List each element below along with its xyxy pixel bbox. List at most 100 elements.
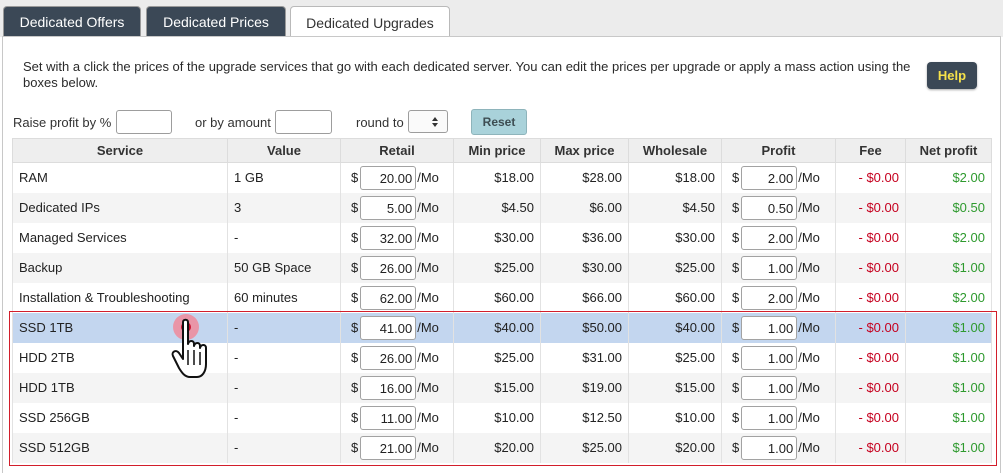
currency-symbol: $ (351, 170, 359, 186)
raise-profit-percent-input[interactable] (116, 110, 172, 134)
help-button[interactable]: Help (927, 62, 977, 89)
retail-cell: $32.00/Mo (340, 222, 454, 253)
column-header-service[interactable]: Service (12, 138, 228, 163)
per-month-unit: /Mo (798, 170, 820, 186)
max-price-cell: $6.00 (540, 192, 629, 223)
currency-symbol: $ (732, 230, 740, 245)
retail-cell: $41.00/Mo (340, 312, 454, 343)
per-month-unit: /Mo (417, 440, 439, 455)
profit-input[interactable]: 1.00 (741, 345, 798, 370)
per-month-unit: /Mo (417, 170, 439, 186)
currency-symbol: $ (732, 440, 740, 455)
currency-symbol: $ (732, 350, 740, 365)
max-price-cell: $28.00 (540, 162, 629, 193)
retail-price-input[interactable]: 5.00 (360, 195, 417, 220)
currency-symbol: $ (732, 290, 740, 305)
currency-symbol: $ (351, 230, 359, 245)
column-header-profit[interactable]: Profit (721, 138, 836, 163)
table-row[interactable]: Managed Services - $32.00/Mo $30.00 $36.00 $3… (12, 222, 992, 253)
reset-button[interactable]: Reset (471, 109, 527, 135)
profit-cell: $1.00/Mo (721, 402, 836, 433)
by-amount-input[interactable] (275, 110, 332, 134)
net-profit-cell: $1.00 (905, 312, 992, 343)
column-header-value[interactable]: Value (227, 138, 341, 163)
fee-cell: - $0.00 (835, 162, 906, 193)
min-price-cell: $4.50 (453, 192, 541, 223)
retail-price-input[interactable]: 26.00 (360, 345, 417, 370)
round-to-select[interactable] (408, 110, 448, 133)
column-header-wholesale[interactable]: Wholesale (628, 138, 722, 163)
retail-price-input[interactable]: 62.00 (360, 285, 417, 310)
service-cell: Installation & Troubleshooting (12, 282, 228, 313)
max-price-cell: $66.00 (540, 282, 629, 313)
table-row[interactable]: Backup 50 GB Space $26.00/Mo $25.00 $30.00 $2… (12, 252, 992, 283)
max-price-cell: $30.00 (540, 252, 629, 283)
tab-dedicated-upgrades[interactable]: Dedicated Upgrades (290, 6, 450, 38)
service-cell: SSD 512GB (12, 432, 228, 463)
max-price-cell: $36.00 (540, 222, 629, 253)
retail-price-input[interactable]: 26.00 (360, 255, 417, 280)
table-row[interactable]: RAM 1 GB $20.00/Mo $18.00 $28.00 $18.00 $2.00/… (12, 162, 992, 193)
per-month-unit: /Mo (798, 260, 820, 275)
retail-cell: $62.00/Mo (340, 282, 454, 313)
service-cell: Backup (12, 252, 228, 283)
currency-symbol: $ (351, 350, 359, 365)
value-cell: - (227, 342, 341, 373)
profit-input[interactable]: 1.00 (741, 255, 798, 280)
value-cell: - (227, 402, 341, 433)
table-row[interactable]: Dedicated IPs 3 $5.00/Mo $4.50 $6.00 $4.50 $0.… (12, 192, 992, 223)
column-header-net-profit[interactable]: Net profit (905, 138, 992, 163)
fee-cell: - $0.00 (835, 222, 906, 253)
currency-symbol: $ (351, 320, 359, 335)
retail-cell: $26.00/Mo (340, 252, 454, 283)
table-row[interactable]: SSD 512GB - $21.00/Mo $20.00 $25.00 $20.00 $1.… (12, 432, 992, 463)
per-month-unit: /Mo (798, 350, 820, 365)
per-month-unit: /Mo (417, 320, 439, 335)
max-price-cell: $50.00 (540, 312, 629, 343)
service-cell: Managed Services (12, 222, 228, 253)
currency-symbol: $ (351, 410, 359, 425)
retail-price-input[interactable]: 32.00 (360, 225, 417, 250)
table-row[interactable]: HDD 2TB - $26.00/Mo $25.00 $31.00 $25.00 $1.00… (12, 342, 992, 373)
column-header-retail[interactable]: Retail (340, 138, 454, 163)
retail-price-input[interactable]: 20.00 (360, 165, 417, 190)
service-cell: Dedicated IPs (12, 192, 228, 223)
retail-cell: $26.00/Mo (340, 342, 454, 373)
profit-input[interactable]: 0.50 (741, 195, 798, 220)
column-header-max-price[interactable]: Max price (540, 138, 629, 163)
profit-input[interactable]: 2.00 (741, 165, 798, 190)
per-month-unit: /Mo (798, 440, 820, 455)
column-header-fee[interactable]: Fee (835, 138, 906, 163)
tab-dedicated-offers[interactable]: Dedicated Offers (3, 6, 141, 37)
profit-input[interactable]: 1.00 (741, 315, 798, 340)
value-cell: - (227, 312, 341, 343)
currency-symbol: $ (732, 200, 740, 215)
retail-price-input[interactable]: 11.00 (360, 405, 417, 430)
profit-input[interactable]: 2.00 (741, 225, 798, 250)
min-price-cell: $18.00 (453, 162, 541, 193)
retail-price-input[interactable]: 41.00 (360, 315, 417, 340)
fee-cell: - $0.00 (835, 432, 906, 463)
profit-input[interactable]: 1.00 (741, 435, 798, 460)
table-row[interactable]: Installation & Troubleshooting 60 minutes… (12, 282, 992, 313)
table-row[interactable]: HDD 1TB - $16.00/Mo $15.00 $19.00 $15.00 $1.00… (12, 372, 992, 403)
per-month-unit: /Mo (417, 410, 439, 425)
retail-cell: $11.00/Mo (340, 402, 454, 433)
tab-dedicated-prices[interactable]: Dedicated Prices (146, 6, 286, 37)
value-cell: - (227, 372, 341, 403)
table-row[interactable]: SSD 256GB - $11.00/Mo $10.00 $12.50 $10.00 $1.… (12, 402, 992, 433)
profit-input[interactable]: 2.00 (741, 285, 798, 310)
table-row[interactable]: SSD 1TB - $41.00/Mo $40.00 $50.00 $40.00 $1.00… (12, 312, 992, 343)
retail-price-input[interactable]: 16.00 (360, 375, 417, 400)
net-profit-cell: $1.00 (905, 252, 992, 283)
by-amount-label: or by amount (195, 115, 271, 130)
currency-symbol: $ (351, 440, 359, 455)
net-profit-cell: $1.00 (905, 402, 992, 433)
profit-input[interactable]: 1.00 (741, 405, 798, 430)
currency-symbol: $ (732, 380, 740, 395)
retail-price-input[interactable]: 21.00 (360, 435, 417, 460)
column-header-min-price[interactable]: Min price (453, 138, 541, 163)
wholesale-cell: $25.00 (628, 342, 722, 373)
min-price-cell: $15.00 (453, 372, 541, 403)
profit-input[interactable]: 1.00 (741, 375, 798, 400)
